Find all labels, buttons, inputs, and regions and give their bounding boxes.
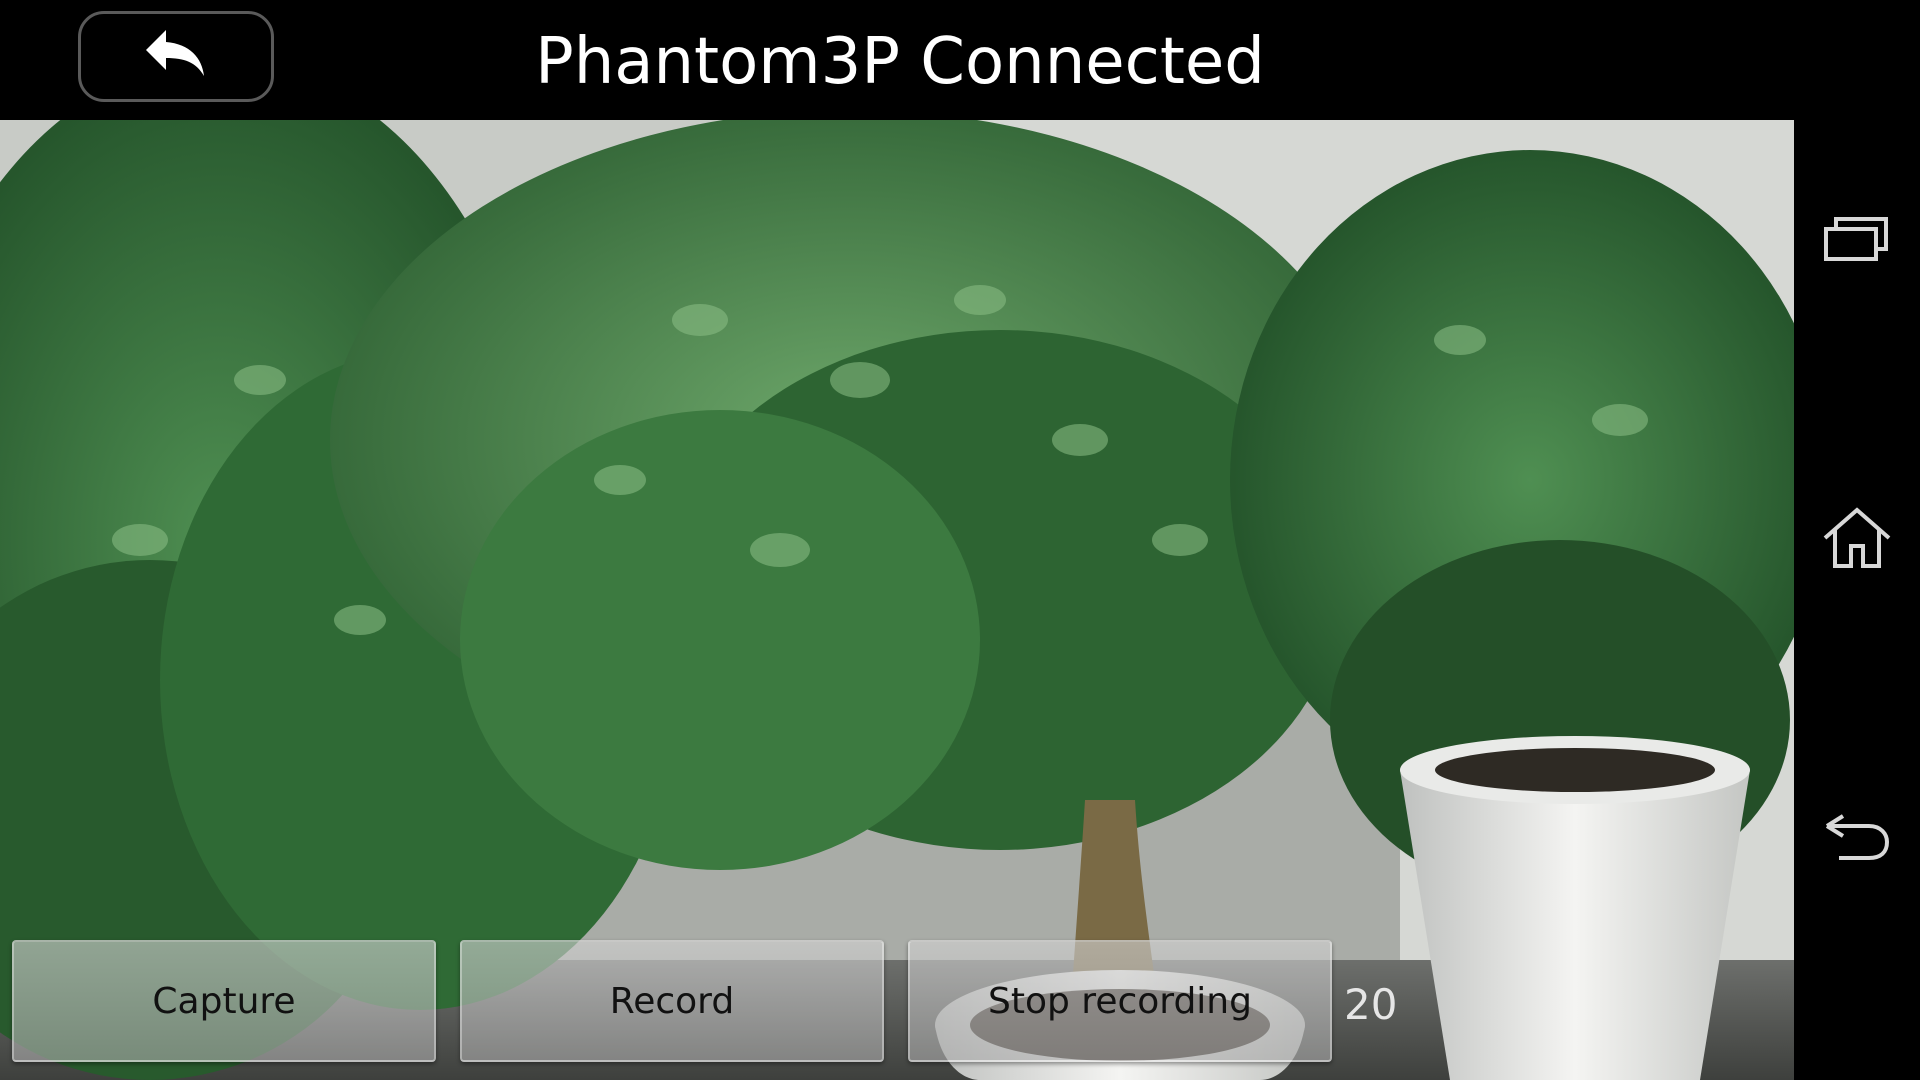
home-button[interactable]: [1794, 480, 1920, 600]
capture-button[interactable]: Capture: [12, 940, 436, 1062]
page-title: Phantom3P Connected: [535, 25, 1265, 99]
camera-preview: [0, 120, 1794, 1080]
system-nav-bar: [1794, 0, 1920, 1080]
recent-apps-button[interactable]: [1794, 180, 1920, 300]
stop-recording-button[interactable]: Stop recording: [908, 940, 1332, 1062]
back-button[interactable]: [78, 11, 274, 102]
camera-feed-image: [0, 120, 1794, 1080]
home-icon: [1821, 506, 1893, 575]
back-icon: [1821, 812, 1893, 869]
back-arrow-icon: [136, 24, 216, 89]
recent-apps-icon: [1822, 213, 1892, 268]
nav-back-button[interactable]: [1794, 780, 1920, 900]
app-screen: Phantom3P Connected Capture Record Stop …: [0, 0, 1920, 1080]
record-button[interactable]: Record: [460, 940, 884, 1062]
title-bar: Phantom3P Connected: [0, 0, 1794, 120]
recording-counter: 20: [1344, 980, 1398, 1029]
